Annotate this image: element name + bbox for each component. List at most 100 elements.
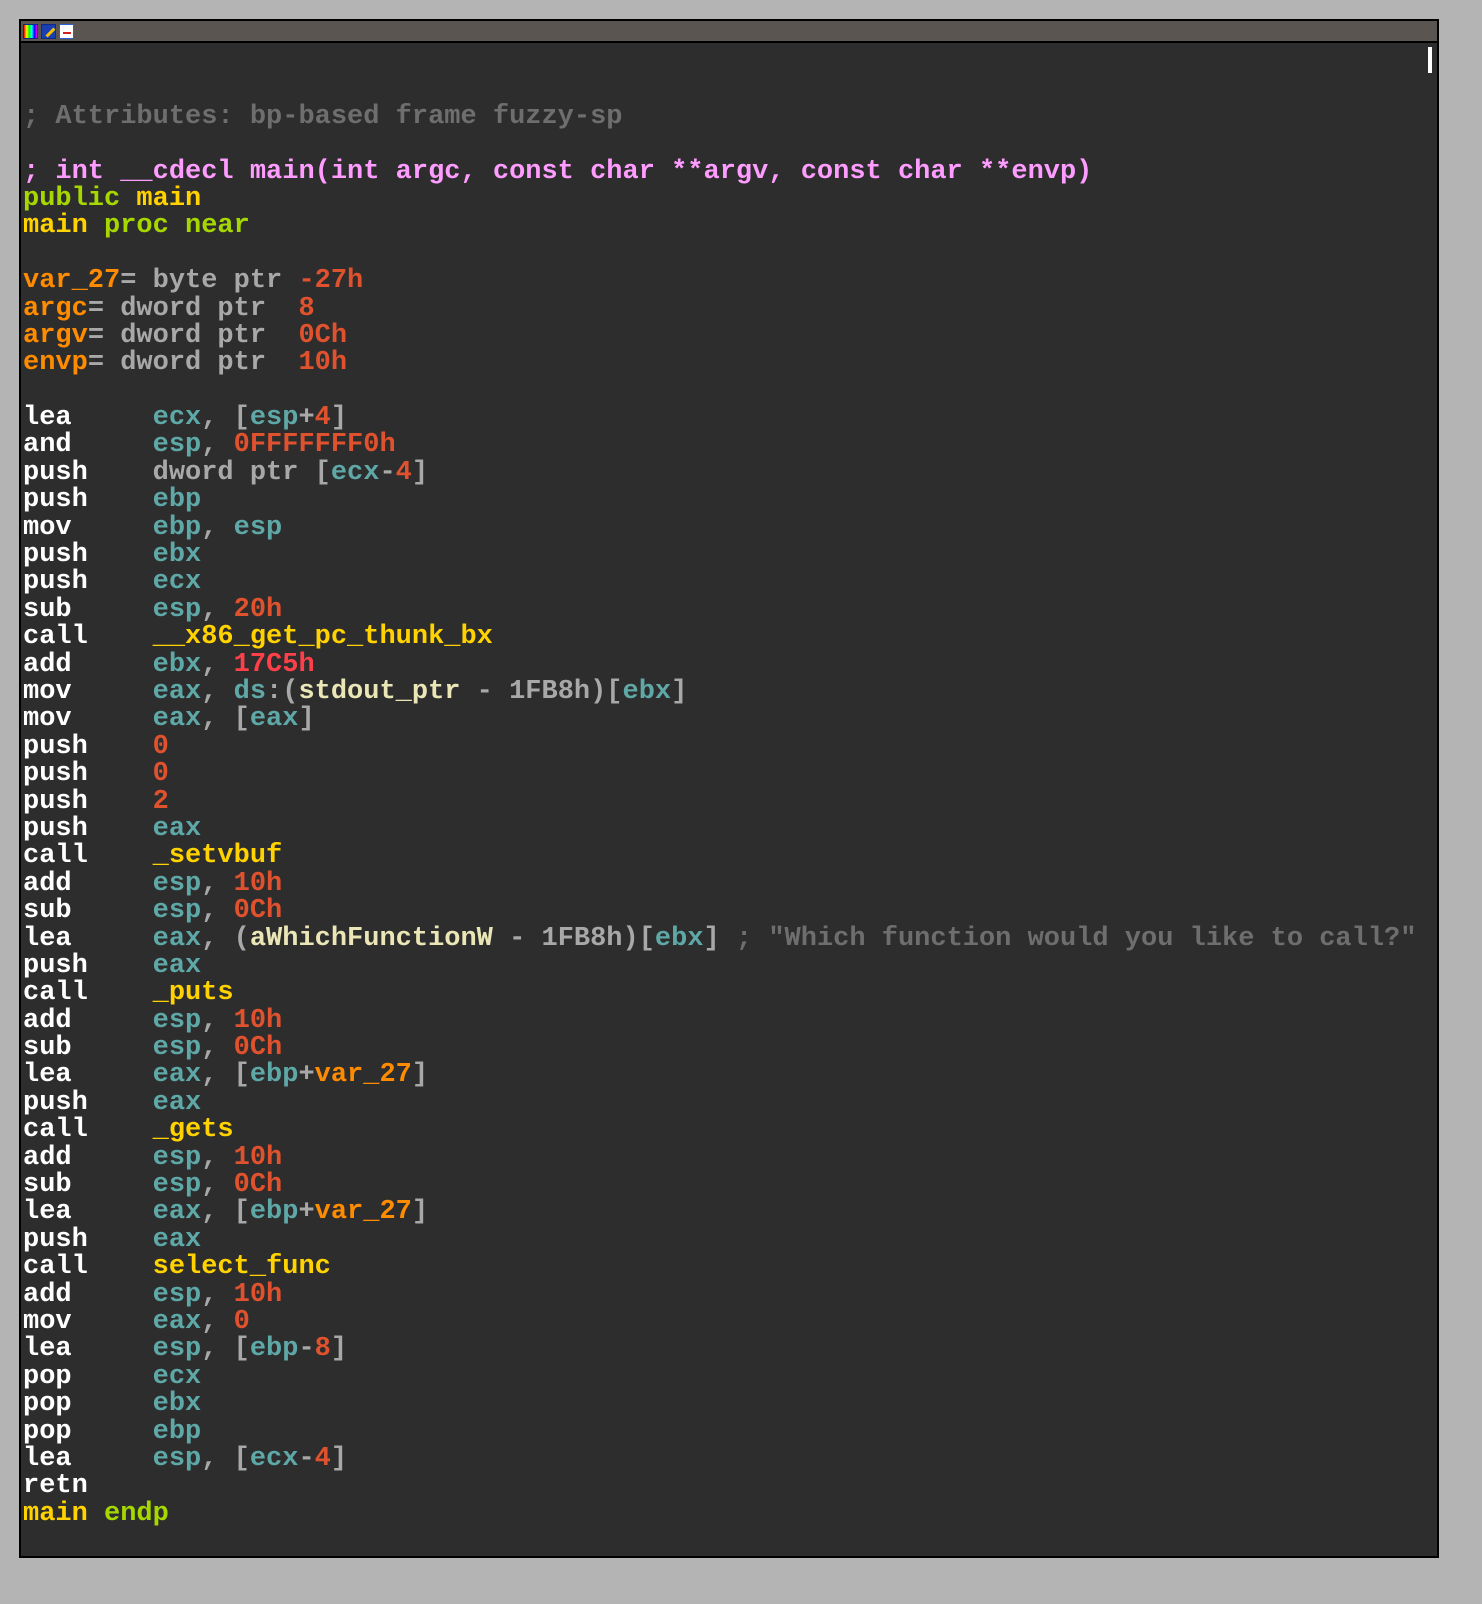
register: eax: [152, 950, 202, 981]
mnemonic: push: [23, 540, 153, 571]
register: ebp: [249, 1334, 299, 1365]
code-line[interactable]: var_27= byte ptr -27h: [23, 266, 1416, 296]
register: eax: [152, 704, 202, 735]
code-line[interactable]: push eax: [23, 815, 1416, 843]
code-line[interactable]: sub esp, 0Ch: [23, 896, 1416, 927]
code-line[interactable]: call _gets: [23, 1117, 1416, 1144]
function-name[interactable]: _puts: [153, 978, 234, 1008]
register: esp: [152, 1005, 202, 1036]
code-line[interactable]: add esp, 10h: [23, 1281, 1416, 1309]
register: ebp: [249, 1197, 299, 1228]
disassembly-window: ; Attributes: bp-based frame fuzzy-sp ; i…: [19, 19, 1439, 1558]
number: 0FFFFFFF0h: [233, 430, 396, 461]
code-line[interactable]: argc= dword ptr 8: [23, 294, 1416, 324]
code-line[interactable]: mov ebp, esp: [23, 512, 1416, 543]
code-line[interactable]: sub esp, 20h: [23, 594, 1416, 625]
code-line[interactable]: sub esp, 0Ch: [23, 1033, 1416, 1064]
code-line[interactable]: mov eax, [eax]: [23, 706, 1416, 733]
mnemonic: mov: [23, 704, 153, 735]
mnemonic: mov: [23, 512, 153, 543]
code-line[interactable]: envp= dword ptr 10h: [23, 350, 1416, 377]
operand-text: ]: [330, 1443, 348, 1474]
function-name[interactable]: __x86_get_pc_thunk_bx: [153, 622, 493, 652]
code-line[interactable]: [23, 378, 1416, 405]
operand-text: ,: [201, 1005, 234, 1036]
mnemonic: pop: [23, 1416, 153, 1447]
variable-name[interactable]: argc: [23, 294, 88, 324]
code-line[interactable]: ; Attributes: bp-based frame fuzzy-sp: [23, 103, 1416, 131]
edit-icon[interactable]: [41, 23, 56, 39]
mnemonic: lea: [23, 1443, 153, 1474]
code-line[interactable]: push ebp: [23, 487, 1416, 514]
code-line[interactable]: push eax: [23, 950, 1416, 981]
code-line[interactable]: and esp, 0FFFFFFF0h: [23, 432, 1416, 459]
number: 0: [233, 1306, 250, 1337]
code-line[interactable]: call _puts: [23, 980, 1416, 1007]
code-line[interactable]: sub esp, 0Ch: [23, 1171, 1416, 1199]
palette-icon[interactable]: [23, 23, 38, 39]
variable-name[interactable]: var_27: [315, 1197, 412, 1227]
variable-name[interactable]: var_27: [23, 266, 120, 296]
mnemonic: sub: [23, 1033, 153, 1064]
code-line[interactable]: lea esp, [ecx-4]: [23, 1443, 1416, 1474]
code-line[interactable]: ; int __cdecl main(int argc, const char …: [23, 156, 1416, 187]
code-line[interactable]: [23, 131, 1416, 158]
function-name[interactable]: select_func: [153, 1252, 331, 1282]
operand-text: ]: [411, 1197, 429, 1228]
code-line[interactable]: main proc near: [23, 213, 1416, 240]
function-name[interactable]: _setvbuf: [153, 841, 283, 871]
code-line[interactable]: pop ebx: [23, 1390, 1416, 1418]
code-line[interactable]: public main: [23, 185, 1416, 213]
variable-name[interactable]: envp: [23, 348, 88, 378]
number: 20h: [233, 594, 283, 625]
data-name[interactable]: stdout_ptr: [298, 677, 460, 707]
code-line[interactable]: call _setvbuf: [23, 843, 1416, 870]
code-line[interactable]: mov eax, 0: [23, 1306, 1416, 1337]
disassembly-listing[interactable]: ; Attributes: bp-based frame fuzzy-sp ; i…: [23, 49, 1416, 1528]
mnemonic: push: [23, 567, 153, 598]
code-line[interactable]: [23, 241, 1416, 268]
code-line[interactable]: add esp, 10h: [23, 868, 1416, 899]
operand-text: -: [298, 1443, 315, 1474]
register: eax: [152, 1224, 202, 1255]
variable-name[interactable]: var_27: [315, 1060, 412, 1090]
register: ds: [233, 676, 267, 707]
operand-text: ,: [201, 868, 234, 899]
code-line[interactable]: add ebx, 17C5h: [23, 651, 1416, 679]
graph-view-icon[interactable]: [59, 23, 74, 39]
code-line[interactable]: push 2: [23, 786, 1416, 817]
code-line[interactable]: pop ebp: [23, 1416, 1416, 1447]
code-line[interactable]: push 0: [23, 760, 1416, 788]
code-line[interactable]: argv= dword ptr 0Ch: [23, 321, 1416, 351]
code-line[interactable]: push ecx: [23, 569, 1416, 596]
code-line[interactable]: lea eax, [ebp+var_27]: [23, 1199, 1416, 1226]
code-line[interactable]: push eax: [23, 1089, 1416, 1117]
code-line[interactable]: [23, 76, 1416, 103]
variable-name[interactable]: argv: [23, 321, 88, 351]
code-line[interactable]: mov eax, ds:(stdout_ptr - 1FB8h)[ebx]: [23, 676, 1416, 707]
code-line[interactable]: push ebx: [23, 540, 1416, 571]
function-name[interactable]: _gets: [153, 1115, 234, 1145]
mnemonic: push: [23, 1224, 153, 1255]
code-line[interactable]: main endp: [23, 1500, 1416, 1528]
function-signature: ; int __cdecl main(int argc, const char …: [23, 156, 1093, 187]
code-line[interactable]: add esp, 10h: [23, 1144, 1416, 1172]
operand-text: ,: [201, 896, 234, 927]
code-line[interactable]: push dword ptr [ecx-4]: [23, 457, 1416, 488]
code-line[interactable]: call __x86_get_pc_thunk_bx: [23, 624, 1416, 651]
code-line[interactable]: lea esp, [ebp-8]: [23, 1336, 1416, 1363]
operand-text: ]: [411, 457, 429, 488]
code-line[interactable]: call select_func: [23, 1252, 1416, 1282]
code-line[interactable]: lea eax, (aWhichFunctionW - 1FB8h)[ebx] …: [23, 924, 1416, 954]
code-line[interactable]: pop ecx: [23, 1363, 1416, 1391]
number: 0Ch: [233, 1033, 283, 1064]
code-line[interactable]: [23, 49, 1416, 76]
data-name[interactable]: aWhichFunctionW: [250, 924, 493, 954]
code-line[interactable]: lea ecx, [esp+4]: [23, 404, 1416, 432]
code-line[interactable]: push eax: [23, 1224, 1416, 1255]
code-line[interactable]: add esp, 10h: [23, 1005, 1416, 1036]
code-line[interactable]: retn: [23, 1473, 1416, 1500]
code-line[interactable]: lea eax, [ebp+var_27]: [23, 1062, 1416, 1089]
code-line[interactable]: push 0: [23, 733, 1416, 761]
number: 2: [152, 786, 169, 817]
